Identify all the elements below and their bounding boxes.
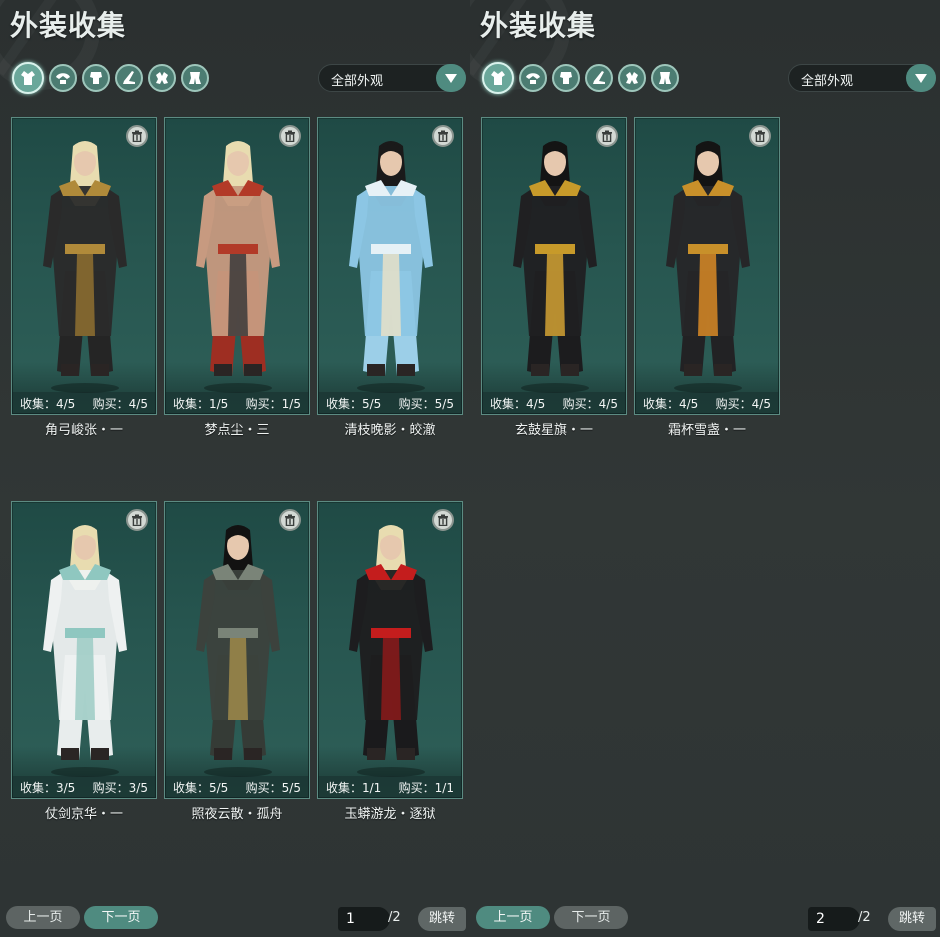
chevron-down-icon[interactable]	[906, 64, 936, 92]
outfit-card[interactable]: 收集：1/1 购买：1/1 玉蟒游龙・逐狱	[317, 501, 463, 822]
outfit-stats: 收集：5/5 购买：5/5	[165, 776, 309, 798]
gloves-icon[interactable]	[618, 64, 646, 92]
next-page-button[interactable]: 下一页	[554, 906, 628, 929]
jump-button[interactable]: 跳转	[888, 907, 936, 931]
character-model	[196, 525, 280, 777]
outfit-stats: 收集：3/5 购买：3/5	[12, 776, 156, 798]
trash-icon[interactable]	[749, 125, 771, 147]
trash-icon[interactable]	[279, 125, 301, 147]
gloves-icon[interactable]	[148, 64, 176, 92]
category-icon-row	[482, 62, 679, 94]
character-model	[666, 141, 750, 393]
prev-page-button[interactable]: 上一页	[6, 906, 80, 929]
outfit-name: 仗剑京华・一	[44, 807, 123, 822]
outfit-preview[interactable]: 收集：4/5 购买：4/5	[11, 117, 157, 415]
trash-icon[interactable]	[126, 125, 148, 147]
outfit-card[interactable]: 收集：5/5 购买：5/5 照夜云散・孤舟	[164, 501, 310, 822]
outfit-stats: 收集：4/5 购买：4/5	[12, 392, 156, 414]
boot-icon[interactable]	[115, 64, 143, 92]
buy-count: 购买：4/5	[562, 396, 618, 411]
robe-icon[interactable]	[12, 62, 44, 94]
torso-icon[interactable]	[82, 64, 110, 92]
torso-icon[interactable]	[552, 64, 580, 92]
page-total: /2	[388, 910, 401, 925]
legs-icon[interactable]	[651, 64, 679, 92]
collect-count: 收集：4/5	[643, 396, 699, 411]
character-model	[349, 525, 433, 777]
category-icon-row	[12, 62, 209, 94]
shoulder-icon[interactable]	[49, 64, 77, 92]
outfit-name: 玄鼓星旗・一	[514, 423, 593, 438]
filter-label: 全部外观	[331, 74, 384, 89]
page-number-input[interactable]: 2	[808, 907, 860, 931]
collect-count: 收集：1/1	[326, 780, 382, 795]
buy-count: 购买：1/1	[398, 780, 454, 795]
appearance-filter-select[interactable]: 全部外观	[788, 64, 936, 92]
outfit-card[interactable]: 收集：4/5 购买：4/5 霜杯雪盏・一	[634, 117, 780, 438]
outfit-name: 玉蟒游龙・逐狱	[344, 807, 436, 822]
panel-title: 外装收集	[10, 9, 127, 42]
outfit-name: 角弓峻张・一	[44, 423, 123, 438]
collect-count: 收集：1/5	[173, 396, 229, 411]
buy-count: 购买：5/5	[398, 396, 454, 411]
outfit-preview[interactable]: 收集：3/5 购买：3/5	[11, 501, 157, 799]
outfit-preview[interactable]: 收集：1/1 购买：1/1	[317, 501, 463, 799]
next-page-button[interactable]: 下一页	[84, 906, 158, 929]
character-model	[43, 525, 127, 777]
trash-icon[interactable]	[432, 125, 454, 147]
character-model	[349, 141, 433, 393]
buy-count: 购买：5/5	[245, 780, 301, 795]
shoulder-icon[interactable]	[519, 64, 547, 92]
buy-count: 购买：4/5	[92, 396, 148, 411]
jump-button[interactable]: 跳转	[418, 907, 466, 931]
outfit-preview[interactable]: 收集：1/5 购买：1/5	[164, 117, 310, 415]
collection-panel-left: 外装收集 全部外观 收集：4/5 购买：4/5 角弓峻张・一 收集：1/5 购买…	[0, 0, 470, 937]
outfit-card[interactable]: 收集：1/5 购买：1/5 梦点尘・三	[164, 117, 310, 438]
outfit-stats: 收集：5/5 购买：5/5	[318, 392, 462, 414]
buy-count: 购买：4/5	[715, 396, 771, 411]
collect-count: 收集：4/5	[20, 396, 76, 411]
collect-count: 收集：5/5	[326, 396, 382, 411]
outfit-card[interactable]: 收集：5/5 购买：5/5 清枝晚影・皎澈	[317, 117, 463, 438]
outfit-card[interactable]: 收集：4/5 购买：4/5 角弓峻张・一	[11, 117, 157, 438]
appearance-filter-select[interactable]: 全部外观	[318, 64, 466, 92]
outfit-name: 清枝晚影・皎澈	[344, 423, 436, 438]
panel-title: 外装收集	[480, 9, 597, 42]
outfit-stats: 收集：1/1 购买：1/1	[318, 776, 462, 798]
buy-count: 购买：3/5	[92, 780, 148, 795]
trash-icon[interactable]	[279, 509, 301, 531]
outfit-card[interactable]: 收集：4/5 购买：4/5 玄鼓星旗・一	[481, 117, 627, 438]
collect-count: 收集：3/5	[20, 780, 76, 795]
boot-icon[interactable]	[585, 64, 613, 92]
prev-page-button[interactable]: 上一页	[476, 906, 550, 929]
outfit-preview[interactable]: 收集：4/5 购买：4/5	[634, 117, 780, 415]
trash-icon[interactable]	[126, 509, 148, 531]
outfit-name: 霜杯雪盏・一	[667, 423, 746, 438]
chevron-down-icon[interactable]	[436, 64, 466, 92]
page-total: /2	[858, 910, 871, 925]
outfit-name: 梦点尘・三	[204, 423, 270, 438]
collect-count: 收集：5/5	[173, 780, 229, 795]
collection-panel-right: 外装收集 全部外观 收集：4/5 购买：4/5 玄鼓星旗・一 收集：4/5 购买…	[470, 0, 940, 937]
character-model	[196, 141, 280, 393]
outfit-stats: 收集：4/5 购买：4/5	[482, 392, 626, 414]
outfit-preview[interactable]: 收集：5/5 购买：5/5	[164, 501, 310, 799]
page-number-input[interactable]: 1	[338, 907, 390, 931]
filter-label: 全部外观	[801, 74, 854, 89]
buy-count: 购买：1/5	[245, 396, 301, 411]
outfit-stats: 收集：4/5 购买：4/5	[635, 392, 779, 414]
outfit-stats: 收集：1/5 购买：1/5	[165, 392, 309, 414]
trash-icon[interactable]	[432, 509, 454, 531]
outfit-preview[interactable]: 收集：4/5 购买：4/5	[481, 117, 627, 415]
outfit-name: 照夜云散・孤舟	[191, 807, 283, 822]
character-model	[513, 141, 597, 393]
legs-icon[interactable]	[181, 64, 209, 92]
collect-count: 收集：4/5	[490, 396, 546, 411]
robe-icon[interactable]	[482, 62, 514, 94]
outfit-card[interactable]: 收集：3/5 购买：3/5 仗剑京华・一	[11, 501, 157, 822]
outfit-preview[interactable]: 收集：5/5 购买：5/5	[317, 117, 463, 415]
character-model	[43, 141, 127, 393]
trash-icon[interactable]	[596, 125, 618, 147]
